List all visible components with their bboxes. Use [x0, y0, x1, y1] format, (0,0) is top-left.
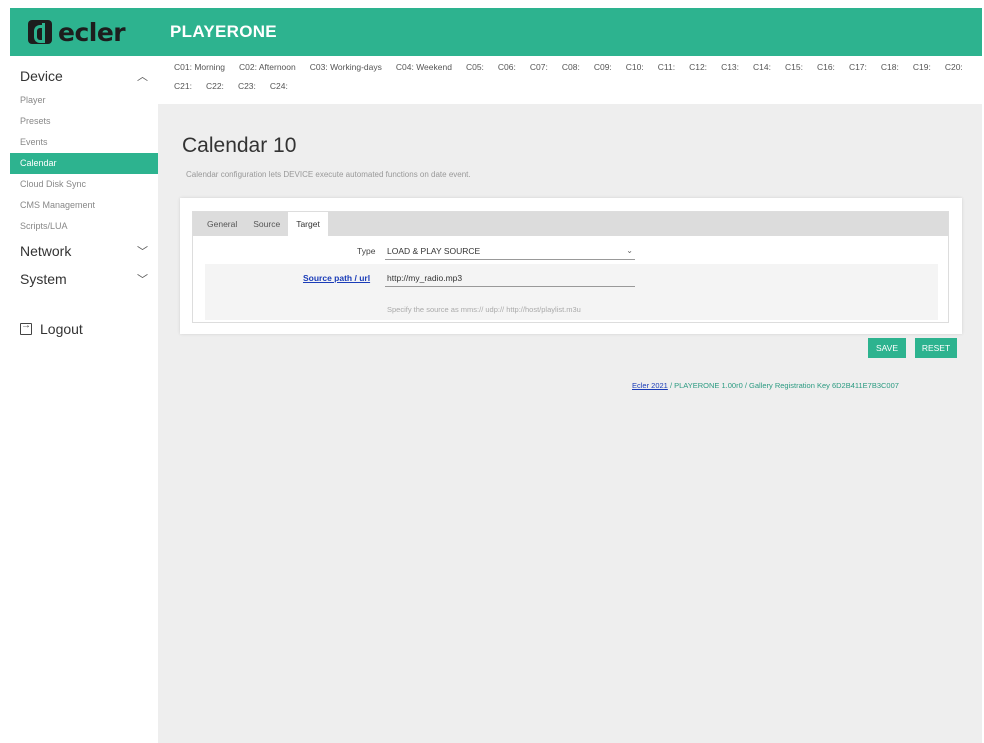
sidebar-item-player[interactable]: Player [10, 90, 158, 111]
source-path-hint: Specify the source as mms:// udp:// http… [387, 305, 581, 314]
tab-calendar-19[interactable]: C19: [913, 62, 931, 73]
reset-button[interactable]: RESET [915, 338, 957, 358]
logout-label: Logout [40, 321, 83, 337]
footer: Ecler 2021 / PLAYERONE 1.00r0 / Gallery … [632, 381, 899, 390]
tab-calendar-23[interactable]: C23: [238, 81, 256, 92]
app-frame: ecler PLAYERONE Device ︿ Player Presets … [10, 8, 982, 743]
chevron-down-icon: ﹀ [137, 246, 148, 258]
sidebar-group-system[interactable]: System ﹀ [10, 265, 158, 293]
sidebar-item-scripts-lua[interactable]: Scripts/LUA [10, 216, 158, 237]
logout-icon [20, 320, 32, 335]
main-content: C01: Morning C02: Afternoon C03: Working… [158, 56, 982, 743]
tab-calendar-21[interactable]: C21: [174, 81, 192, 92]
tab-calendar-05[interactable]: C05: [466, 62, 484, 73]
tab-calendar-01[interactable]: C01: Morning [174, 62, 225, 73]
calendar-form-card: General Source Target Type LOAD & PLAY S… [180, 198, 962, 334]
form-tabbar: General Source Target [193, 212, 948, 236]
tab-calendar-16[interactable]: C16: [817, 62, 835, 73]
source-path-input[interactable] [385, 269, 635, 287]
sidebar-group-label: Device [20, 68, 63, 84]
tab-calendar-20[interactable]: C20: [945, 62, 963, 73]
type-row: Type LOAD & PLAY SOURCE ⌄ [193, 242, 948, 262]
tab-calendar-10[interactable]: C10: [626, 62, 644, 73]
sidebar-item-presets[interactable]: Presets [10, 111, 158, 132]
tab-calendar-03[interactable]: C03: Working-days [310, 62, 382, 73]
chevron-down-icon: ⌄ [626, 246, 633, 255]
tab-calendar-02[interactable]: C02: Afternoon [239, 62, 296, 73]
tab-calendar-14[interactable]: C14: [753, 62, 771, 73]
sidebar-group-label: System [20, 271, 67, 287]
tab-calendar-11[interactable]: C11: [658, 62, 675, 73]
ecler-logo: ecler [28, 17, 126, 47]
type-select[interactable]: LOAD & PLAY SOURCE ⌄ [385, 242, 635, 260]
tab-general[interactable]: General [199, 212, 245, 236]
logo-text: ecler [58, 17, 126, 47]
sidebar-group-label: Network [20, 243, 72, 259]
sidebar-item-events[interactable]: Events [10, 132, 158, 153]
calendar-tabs: C01: Morning C02: Afternoon C03: Working… [158, 56, 982, 104]
sidebar-item-cms-management[interactable]: CMS Management [10, 195, 158, 216]
sidebar-group-device[interactable]: Device ︿ [10, 62, 158, 90]
save-button[interactable]: SAVE [868, 338, 906, 358]
footer-text: / PLAYERONE 1.00r0 / Gallery Registratio… [667, 381, 899, 390]
tab-target[interactable]: Target [288, 212, 328, 236]
sidebar-item-cloud-disk-sync[interactable]: Cloud Disk Sync [10, 174, 158, 195]
tab-calendar-04[interactable]: C04: Weekend [396, 62, 452, 73]
tab-calendar-24[interactable]: C24: [270, 81, 288, 92]
ecler-link[interactable]: Ecler 2021 [632, 381, 668, 390]
tab-calendar-06[interactable]: C06: [498, 62, 516, 73]
form-panel: General Source Target Type LOAD & PLAY S… [192, 211, 949, 323]
tab-calendar-17[interactable]: C17: [849, 62, 867, 73]
tab-calendar-13[interactable]: C13: [721, 62, 739, 73]
tab-calendar-18[interactable]: C18: [881, 62, 899, 73]
tab-calendar-09[interactable]: C09: [594, 62, 612, 73]
page-description: Calendar configuration lets DEVICE execu… [186, 170, 471, 179]
tab-calendar-12[interactable]: C12: [689, 62, 707, 73]
sidebar-group-network[interactable]: Network ﹀ [10, 237, 158, 265]
sidebar-item-calendar[interactable]: Calendar [10, 153, 158, 174]
type-select-value: LOAD & PLAY SOURCE [387, 246, 481, 256]
chevron-up-icon: ︿ [137, 71, 148, 83]
top-bar: ecler PLAYERONE [10, 8, 982, 56]
tab-calendar-07[interactable]: C07: [530, 62, 548, 73]
tab-calendar-15[interactable]: C15: [785, 62, 803, 73]
page-title: Calendar 10 [182, 134, 297, 157]
source-path-label[interactable]: Source path / url [303, 273, 370, 283]
logout-button[interactable]: Logout [10, 320, 158, 337]
chevron-down-icon: ﹀ [137, 274, 148, 286]
sidebar: Device ︿ Player Presets Events Calendar … [10, 56, 158, 743]
ecler-logo-icon [28, 20, 52, 44]
tab-calendar-22[interactable]: C22: [206, 81, 224, 92]
tab-source[interactable]: Source [245, 212, 288, 236]
type-label: Type [357, 246, 376, 256]
source-section: Source path / url Specify the source as … [205, 264, 938, 320]
tab-calendar-08[interactable]: C08: [562, 62, 580, 73]
app-title: PLAYERONE [170, 22, 277, 41]
